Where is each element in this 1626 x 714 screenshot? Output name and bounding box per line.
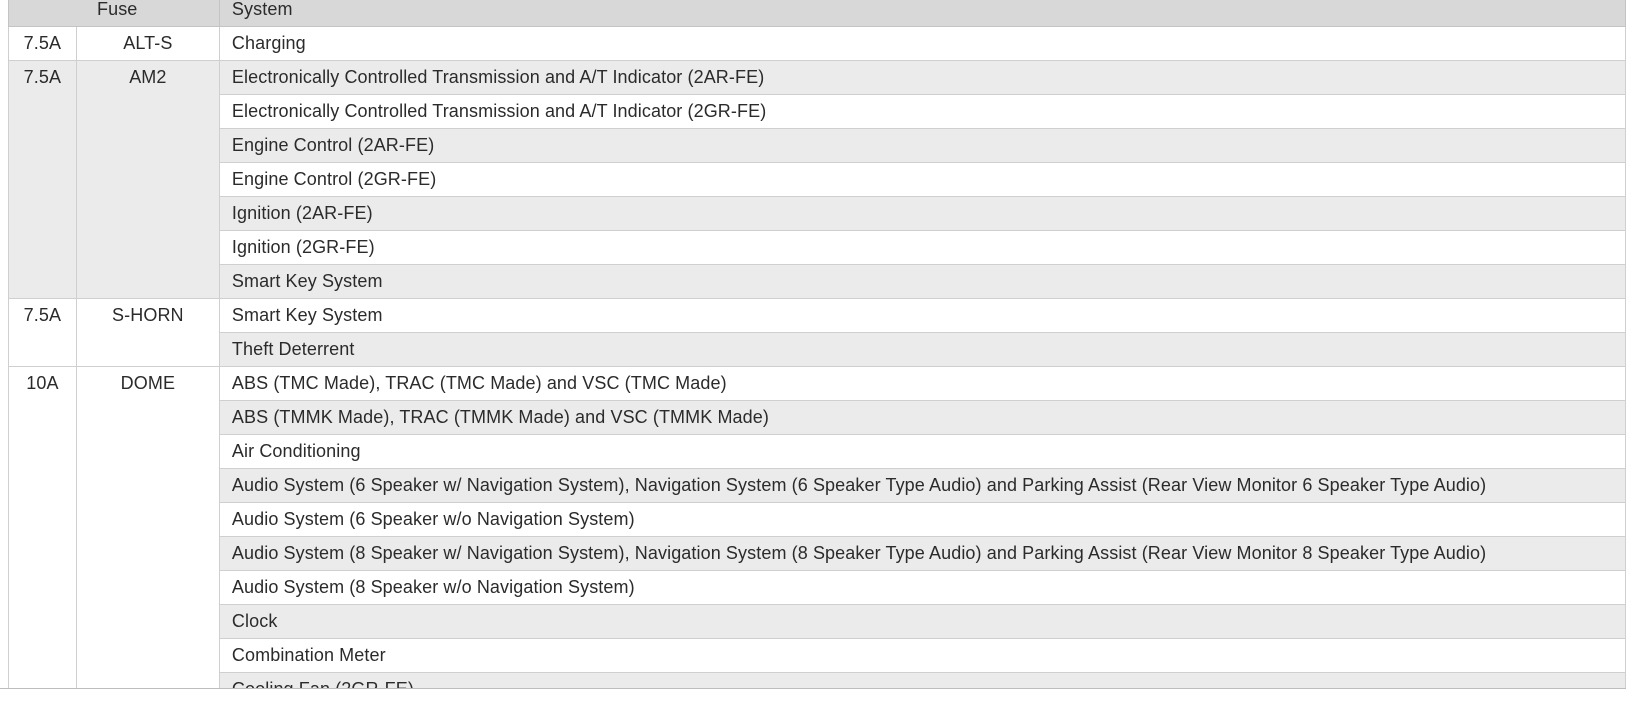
table-row: Engine Control (2GR-FE) — [9, 162, 1626, 197]
system-cell: Audio System (8 Speaker w/ Navigation Sy… — [218, 536, 1626, 571]
system-cell: Electronically Controlled Transmission a… — [218, 60, 1626, 95]
table-row: Smart Key System — [9, 264, 1626, 299]
table-row: 7.5A S-HORN Smart Key System — [8, 298, 1626, 367]
table-row: Air Conditioning — [9, 434, 1626, 469]
table-row: Audio System (6 Speaker w/o Navigation S… — [9, 502, 1626, 537]
fuse-amperage: 7.5A — [8, 26, 77, 61]
system-cell: Audio System (6 Speaker w/o Navigation S… — [218, 502, 1626, 537]
system-cell: Clock — [218, 604, 1626, 639]
system-cell: Combination Meter — [218, 638, 1626, 673]
table-row: 10A DOME ABS (TMC Made), TRAC (TMC Made) a… — [8, 366, 1626, 707]
system-cell: Air Conditioning — [218, 434, 1626, 469]
system-cell: Audio System (6 Speaker w/ Navigation Sy… — [218, 468, 1626, 503]
system-cell: ABS (TMC Made), TRAC (TMC Made) and VSC … — [218, 366, 1626, 401]
table-row: Clock — [9, 604, 1626, 639]
window-bottom-edge — [0, 688, 1626, 714]
table-row: Electronically Controlled Transmission a… — [9, 94, 1626, 129]
system-cell: Electronically Controlled Transmission a… — [218, 94, 1626, 129]
system-cell: Ignition (2GR-FE) — [218, 230, 1626, 265]
fuse-name: DOME — [75, 366, 220, 707]
system-cell: Smart Key System — [218, 264, 1626, 299]
header-fuse: Fuse — [8, 0, 220, 27]
system-cell: Engine Control (2GR-FE) — [218, 162, 1626, 197]
table-row: ABS (TMMK Made), TRAC (TMMK Made) and VS… — [9, 400, 1626, 435]
table-header-row: Fuse System — [8, 0, 1626, 27]
table-body: 7.5A ALT-S Charging 7.5A AM2 Electronically C… — [8, 26, 1626, 707]
header-system: System — [218, 0, 1626, 27]
fuse-name: S-HORN — [75, 298, 220, 367]
fuse-name: ALT-S — [75, 26, 220, 61]
table-row: Audio System (8 Speaker w/ Navigation Sy… — [9, 536, 1626, 571]
system-cell: Audio System (8 Speaker w/o Navigation S… — [218, 570, 1626, 605]
table-row: Audio System (6 Speaker w/ Navigation Sy… — [9, 468, 1626, 503]
system-cell: Smart Key System — [218, 298, 1626, 333]
table-row: Audio System (8 Speaker w/o Navigation S… — [9, 570, 1626, 605]
fuse-name: AM2 — [75, 60, 220, 299]
table-row: Combination Meter — [9, 638, 1626, 673]
table-row: 7.5A AM2 Electronically Controlled Transmi… — [8, 60, 1626, 299]
table-row: Theft Deterrent — [9, 332, 1626, 367]
table-row: Engine Control (2AR-FE) — [9, 128, 1626, 163]
system-cell: ABS (TMMK Made), TRAC (TMMK Made) and VS… — [218, 400, 1626, 435]
fuse-table-view: Fuse System 7.5A ALT-S Charging 7.5A AM2 Elec… — [0, 0, 1626, 714]
fuse-amperage: 7.5A — [8, 298, 77, 367]
system-cell: Ignition (2AR-FE) — [218, 196, 1626, 231]
fuse-table: Fuse System 7.5A ALT-S Charging 7.5A AM2 Elec… — [8, 0, 1626, 707]
table-row: 7.5A ALT-S Charging — [8, 26, 1626, 61]
fuse-amperage: 10A — [8, 366, 77, 707]
system-cell: Engine Control (2AR-FE) — [218, 128, 1626, 163]
table-row: Ignition (2GR-FE) — [9, 230, 1626, 265]
table-row: Ignition (2AR-FE) — [9, 196, 1626, 231]
fuse-amperage: 7.5A — [8, 60, 77, 299]
system-cell: Charging — [218, 26, 1626, 61]
system-cell: Theft Deterrent — [218, 332, 1626, 367]
